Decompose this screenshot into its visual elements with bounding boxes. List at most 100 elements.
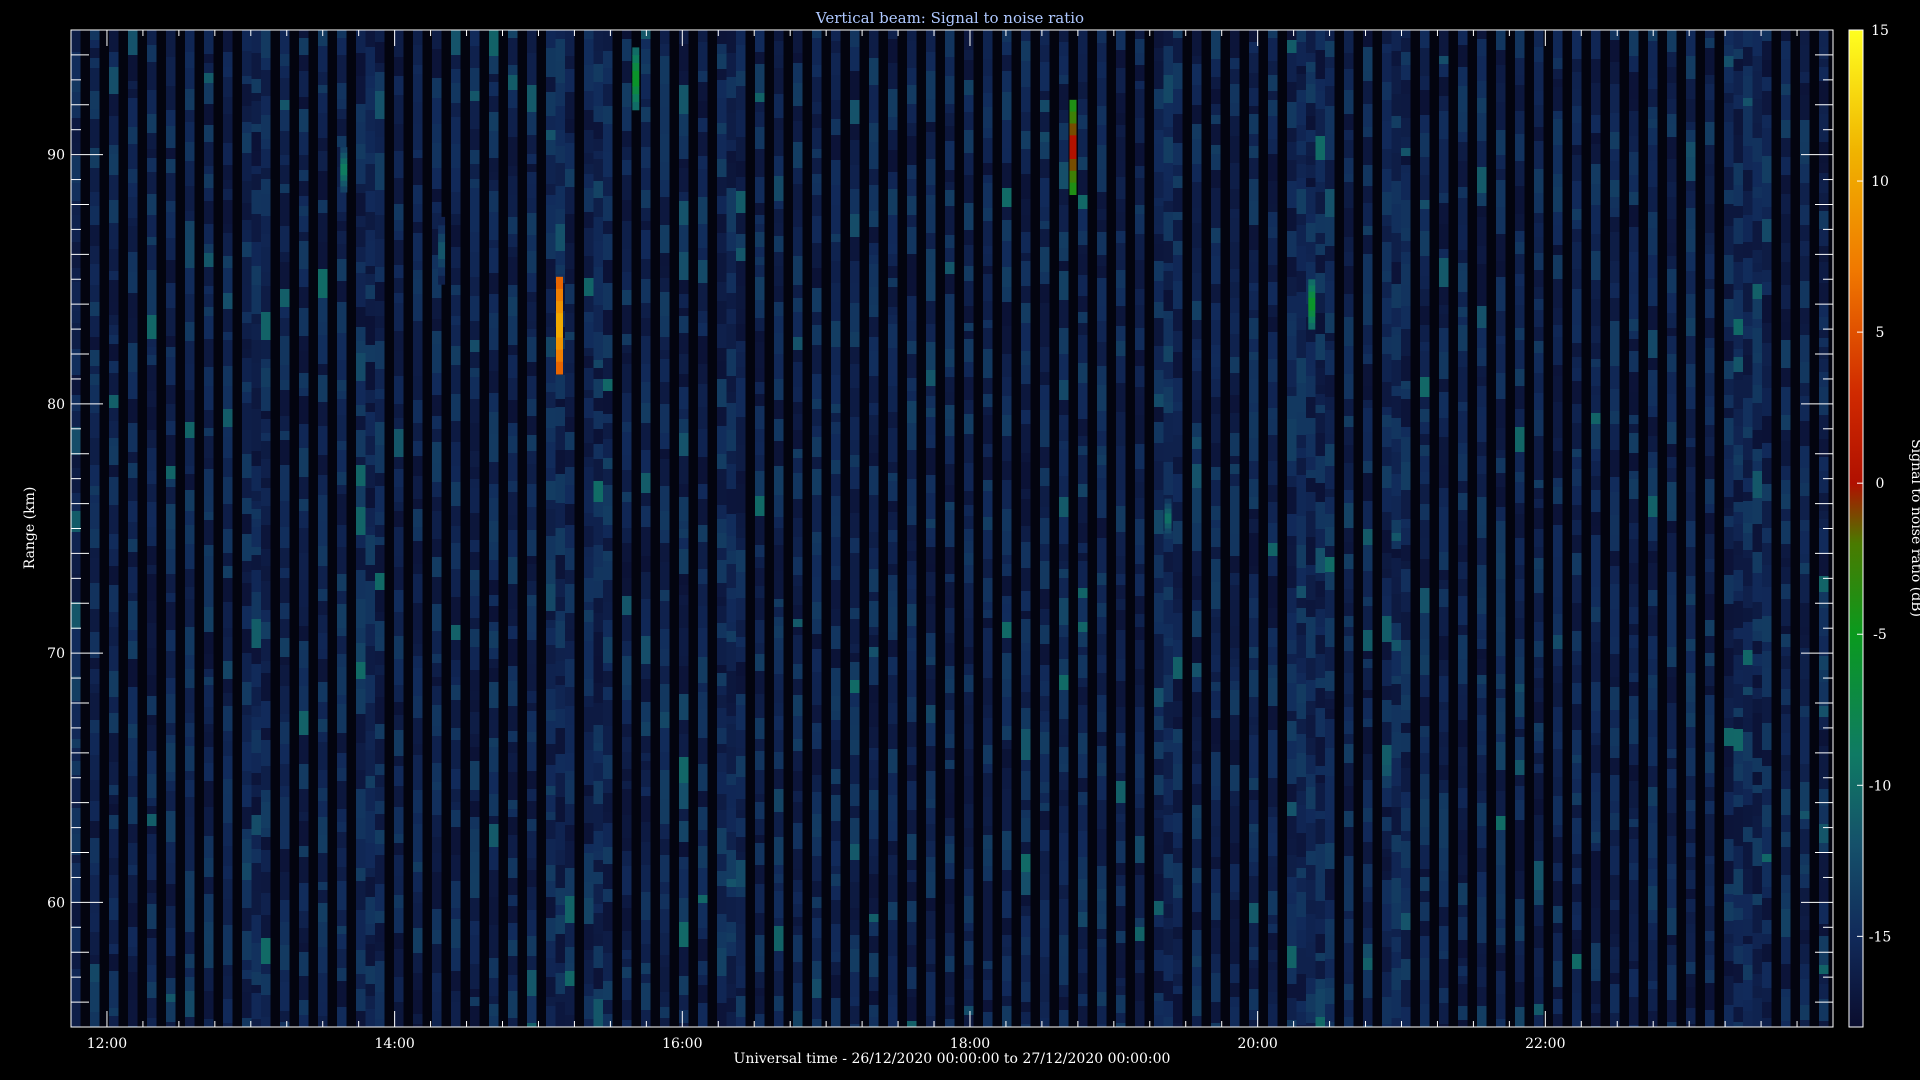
heatmap-cell [470,321,480,340]
heatmap-cell [1420,484,1430,504]
heatmap-cell [888,841,898,855]
heatmap-cell [1458,443,1468,454]
heatmap-cell [375,537,385,545]
heatmap-cell [1211,718,1221,744]
heatmap-cell [90,438,100,465]
heatmap-cell [1553,69,1563,79]
heatmap-gap-column [1600,30,1610,1027]
heatmap-cell [1230,556,1240,573]
heatmap-cell [128,567,138,593]
heatmap-cell [869,287,879,305]
heatmap-cell [983,59,993,76]
heatmap-cell [1496,734,1506,742]
heatmap-cell [489,631,499,648]
heatmap-cell [812,979,822,998]
heatmap-cell [527,831,537,858]
heatmap-cell [1116,326,1126,341]
heatmap-cell [1572,755,1582,763]
heatmap-cell [299,269,309,287]
heatmap-cell [565,313,575,332]
heatmap-cell [1154,759,1164,775]
heatmap-cell [1211,256,1221,284]
heatmap-cell [356,159,366,184]
heatmap-cell [1496,399,1506,428]
heatmap-cell [71,713,81,739]
heatmap-cell [726,887,736,897]
heatmap-cell [1154,30,1164,48]
heatmap-cell [223,706,233,731]
heatmap-cell [1173,544,1183,572]
heatmap-cell [698,311,708,323]
heatmap-cell [812,38,822,65]
heatmap-cell [128,226,138,252]
heatmap-cell [926,547,936,564]
heatmap-cell [1230,136,1240,163]
heatmap-cell [1391,786,1401,807]
heatmap-cell [1249,618,1259,647]
heatmap-cell [508,626,518,639]
heatmap-cell [1059,110,1069,123]
heatmap-cell [698,499,708,525]
heatmap-cell [774,716,784,730]
heatmap-cell [926,539,936,547]
heatmap-cell [1135,754,1145,778]
heatmap-cell [1154,688,1164,707]
heatmap-cell [698,692,708,709]
heatmap-cell [603,793,613,812]
heatmap-cell [774,918,784,926]
heatmap-cell [1059,123,1069,140]
heatmap-cell [1401,65,1411,80]
heatmap-cell [831,886,841,900]
heatmap-cell [1496,830,1506,840]
heatmap-cell [147,365,157,391]
heatmap-cell [432,837,442,853]
heatmap-gap-column [517,30,527,1027]
heatmap-cell [299,216,309,232]
heatmap-cell [1287,893,1297,904]
heatmap-cell [280,490,290,501]
heatmap-cell [451,466,461,482]
heatmap-cell [1382,407,1392,415]
heatmap-cell [527,632,537,640]
heatmap-cell [1078,363,1088,383]
heatmap-cell [1154,144,1164,172]
heatmap-cell [1002,870,1012,891]
heatmap-cell [555,963,565,973]
heatmap-cell [1382,30,1392,44]
heatmap-cell [1534,105,1544,127]
heatmap-cell [546,205,556,233]
heatmap-cell [204,669,214,677]
heatmap-cell [1002,768,1012,789]
heatmap-cell [1040,900,1050,928]
heatmap-cell [1534,237,1544,253]
heatmap-cell [1040,221,1050,229]
heatmap-cell [1173,640,1183,657]
heatmap-cell [1296,42,1306,66]
heatmap-cell [1021,232,1031,253]
heatmap-cell [926,972,936,1000]
heatmap-cell [641,74,651,99]
heatmap-cell [1116,532,1126,556]
heatmap-cell [1135,39,1145,53]
heatmap-cell [71,863,81,885]
heatmap-cell [242,742,252,771]
heatmap-gap-column [745,30,755,1027]
heatmap-cell [1021,643,1031,651]
heatmap-cell [147,484,157,502]
heatmap-cell [261,740,271,766]
heatmap-cell [1287,257,1297,277]
heatmap-cell [1553,376,1563,402]
heatmap-cell [717,426,727,454]
heatmap-cell [71,979,81,1002]
heatmap-cell [1116,599,1126,610]
heatmap-cell [1477,416,1487,442]
heatmap-cell [280,638,290,657]
heatmap-cell [1135,305,1145,328]
heatmap-cell [470,68,480,91]
heatmap-cell [489,580,499,595]
heatmap-cell [926,132,936,159]
heatmap-cell [508,991,518,1018]
heatmap-cell [869,403,879,415]
heatmap-cell [185,110,195,122]
heatmap-cell [726,140,736,151]
